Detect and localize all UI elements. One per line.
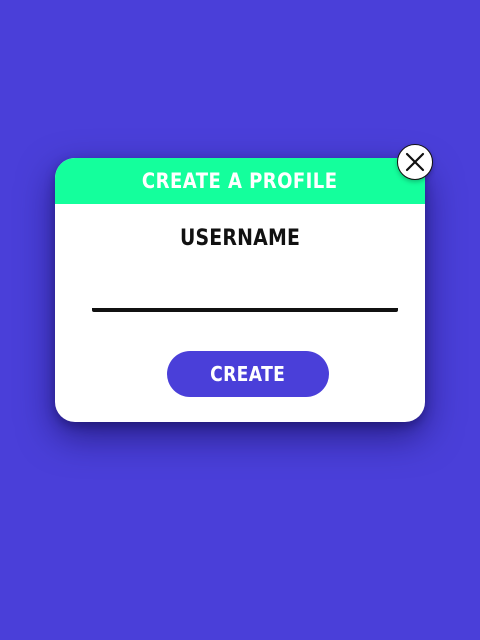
close-button[interactable] xyxy=(397,144,433,180)
close-icon xyxy=(405,152,425,172)
page-background: { "modal": { "title": "CREATE A PROFILE"… xyxy=(0,0,480,640)
create-profile-dialog: CREATE A PROFILE USERNAME CREATE xyxy=(55,144,433,422)
dialog-title: CREATE A PROFILE xyxy=(142,169,338,193)
username-input[interactable] xyxy=(92,276,398,312)
create-button-label: CREATE xyxy=(210,362,286,386)
dialog-header: CREATE A PROFILE xyxy=(55,158,425,204)
create-button[interactable]: CREATE xyxy=(167,351,329,397)
username-label: USERNAME xyxy=(179,226,301,251)
